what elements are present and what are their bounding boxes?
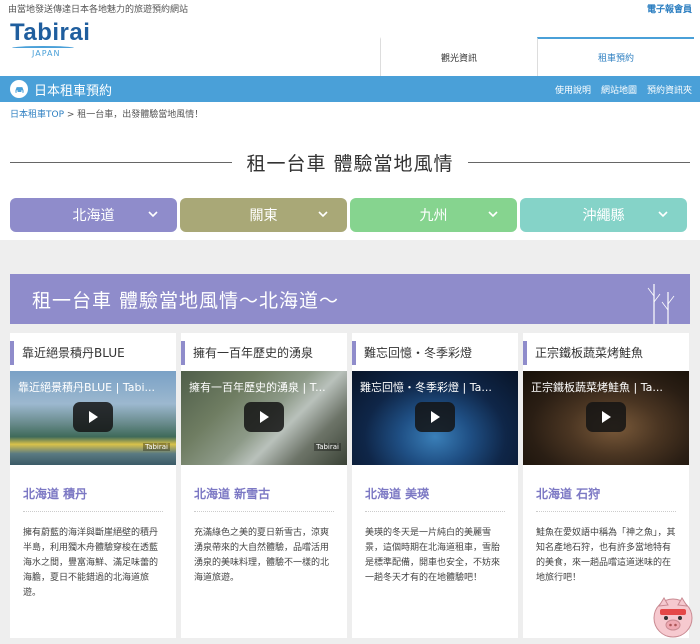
top-bar: 由當地發送傳達日本各地魅力的旅遊預約網站 電子報會員 xyxy=(0,0,700,16)
region-button-hokkaido[interactable]: 北海道 xyxy=(10,198,177,232)
region-label: 北海道 xyxy=(72,208,115,224)
page-title: 租一台車 體驗當地風情 xyxy=(0,150,700,175)
logo-brand: Tabirai xyxy=(10,19,91,46)
card-description: 擁有蔚藍的海洋與斷崖絕壁的積丹半島，利用獨木舟體驗穿梭在透藍海水之間，豐富海鮮、… xyxy=(23,528,159,598)
region-button-kanto[interactable]: 關東 xyxy=(180,198,347,232)
region-label: 沖繩縣 xyxy=(582,208,625,224)
video-player[interactable]: 正宗鐵板蔬菜烤鮭魚 | Ta... xyxy=(523,371,689,465)
newsletter-link[interactable]: 電子報會員 xyxy=(647,2,692,15)
video-watermark: Tabirai xyxy=(314,443,341,451)
video-title: 難忘回憶・冬季彩燈 | Ta... xyxy=(360,381,492,394)
breadcrumb: 日本租車TOP > 租一台車，出發體驗當地風情！ xyxy=(0,102,700,122)
card-description: 鮭魚在愛奴語中稱為「神之魚」，其知名產地石狩，也有許多當地特有的美食，來一趟品嚐… xyxy=(536,528,676,583)
tab-sightseeing[interactable]: 觀光資訊 xyxy=(380,37,537,76)
link-reservation-folder[interactable]: 預約資訊夾 xyxy=(647,83,692,96)
card-description: 充滿綠色之美的夏日新雪古，涼爽湧泉帶來的大自然體驗，品嚐活用湧泉的美味料理，體驗… xyxy=(194,528,330,583)
page-title-text: 租一台車 體驗當地風情 xyxy=(246,152,454,175)
logo-sub: JAPAN xyxy=(32,49,61,58)
region-label: 關東 xyxy=(249,208,278,224)
car-rental-title: 日本租車預約 xyxy=(34,83,113,99)
car-icon xyxy=(10,80,28,98)
card-title: 難忘回憶・冬季彩燈 xyxy=(352,333,518,371)
main-nav: 觀光資訊 租車預約 xyxy=(380,37,700,76)
play-icon[interactable] xyxy=(415,402,455,432)
chevron-down-icon xyxy=(657,208,669,220)
site-header: Tabirai JAPAN 觀光資訊 租車預約 xyxy=(0,16,700,76)
region-button-okinawa[interactable]: 沖繩縣 xyxy=(520,198,687,232)
car-rental-home[interactable]: 日本租車預約 xyxy=(10,80,112,99)
section-banner: 租一台車 體驗當地風情～北海道～ xyxy=(10,274,690,324)
region-button-kyushu[interactable]: 九州 xyxy=(350,198,517,232)
play-icon[interactable] xyxy=(73,402,113,432)
chevron-down-icon xyxy=(147,208,159,220)
title-line-right xyxy=(468,162,690,163)
title-line-left xyxy=(10,162,232,163)
card-description: 美瑛的冬天是一片純白的美麗雪景，這個時期在北海道租車，雪胎是標準配備，開車也安全… xyxy=(365,528,501,583)
link-usage-guide[interactable]: 使用說明 xyxy=(555,83,591,96)
chevron-down-icon xyxy=(487,208,499,220)
card-title: 正宗鐵板蔬菜烤鮭魚 xyxy=(523,333,689,371)
region-selector: 北海道 關東 九州 沖繩縣 xyxy=(10,198,687,232)
card-title: 靠近絕景積丹BLUE xyxy=(10,333,176,371)
feature-card: 難忘回憶・冬季彩燈 難忘回憶・冬季彩燈 | Ta... 北海道 美瑛 美瑛的冬天… xyxy=(352,333,518,638)
video-player[interactable]: 難忘回憶・冬季彩燈 | Ta... xyxy=(352,371,518,465)
feature-cards: 靠近絕景積丹BLUE 靠近絕景積丹BLUE | Tabi... Tabirai … xyxy=(10,333,689,638)
breadcrumb-sep: > xyxy=(64,110,78,120)
feature-card: 擁有一百年歷史的湧泉 擁有一百年歷史的湧泉 | T... Tabirai 北海道… xyxy=(181,333,347,638)
car-rental-bar: 日本租車預約 使用說明 網站地圖 預約資訊夾 xyxy=(0,76,700,102)
video-title: 正宗鐵板蔬菜烤鮭魚 | Ta... xyxy=(531,381,663,394)
section-banner-title: 租一台車 體驗當地風情～北海道～ xyxy=(32,289,340,312)
play-icon[interactable] xyxy=(244,402,284,432)
pig-mascot-icon xyxy=(653,597,693,638)
video-title: 靠近絕景積丹BLUE | Tabi... xyxy=(18,381,155,394)
feature-card: 靠近絕景積丹BLUE 靠近絕景積丹BLUE | Tabi... Tabirai … xyxy=(10,333,176,638)
play-icon[interactable] xyxy=(586,402,626,432)
tabirai-logo[interactable]: Tabirai JAPAN xyxy=(0,16,380,76)
tab-car-rental[interactable]: 租車預約 xyxy=(537,37,694,76)
card-title: 擁有一百年歷史的湧泉 xyxy=(181,333,347,371)
video-player[interactable]: 靠近絕景積丹BLUE | Tabi... Tabirai xyxy=(10,371,176,465)
video-title: 擁有一百年歷史的湧泉 | T... xyxy=(189,381,326,394)
card-location: 北海道 積丹 xyxy=(23,487,88,501)
region-label: 九州 xyxy=(419,208,448,224)
breadcrumb-home[interactable]: 日本租車TOP xyxy=(10,110,64,120)
site-tagline: 由當地發送傳達日本各地魅力的旅遊預約網站 xyxy=(8,4,189,15)
card-location: 北海道 石狩 xyxy=(536,487,601,501)
feature-card: 正宗鐵板蔬菜烤鮭魚 正宗鐵板蔬菜烤鮭魚 | Ta... 北海道 石狩 鮭魚在愛奴… xyxy=(523,333,689,638)
video-watermark: Tabirai xyxy=(143,443,170,451)
breadcrumb-current: 租一台車，出發體驗當地風情！ xyxy=(77,110,204,120)
video-player[interactable]: 擁有一百年歷史的湧泉 | T... Tabirai xyxy=(181,371,347,465)
utility-links: 使用說明 網站地圖 預約資訊夾 xyxy=(555,83,692,96)
card-location: 北海道 美瑛 xyxy=(365,487,430,501)
card-location: 北海道 新雪古 xyxy=(194,487,271,501)
chevron-down-icon xyxy=(317,208,329,220)
birch-trees-icon xyxy=(647,284,675,324)
link-sitemap[interactable]: 網站地圖 xyxy=(601,83,637,96)
